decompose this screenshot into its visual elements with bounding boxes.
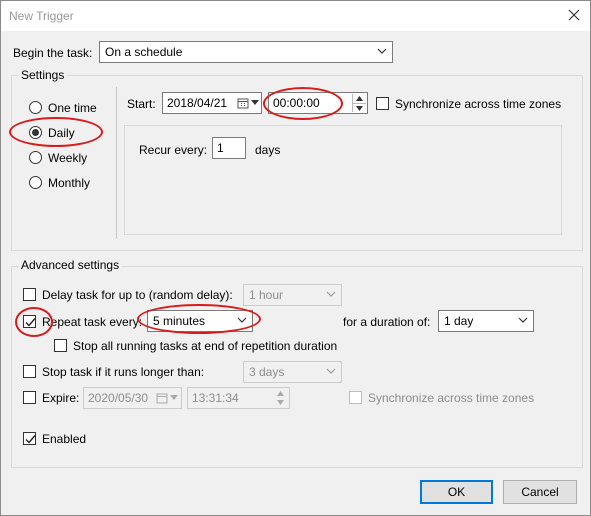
ok-button[interactable]: OK	[420, 480, 493, 504]
start-label: Start:	[127, 97, 156, 111]
radio-weekly-label: Weekly	[48, 151, 88, 165]
settings-group-title: Settings	[18, 68, 68, 82]
chevron-down-icon	[326, 368, 336, 374]
recur-every-input[interactable]: 1	[212, 137, 246, 159]
stop-longer-value: 3 days	[249, 365, 285, 379]
sync-timezones-checkbox[interactable]	[376, 97, 389, 110]
chevron-down-icon	[170, 395, 178, 400]
advanced-settings-title: Advanced settings	[18, 258, 123, 272]
calendar-icon	[237, 98, 249, 109]
new-trigger-dialog: New Trigger Begin the task: On a schedul…	[0, 0, 591, 516]
cancel-button[interactable]: Cancel	[503, 480, 577, 504]
close-icon[interactable]	[567, 8, 581, 22]
stop-longer-checkbox[interactable]	[23, 365, 36, 378]
radio-monthly-label: Monthly	[48, 176, 91, 190]
expire-date-value: 2020/05/30	[88, 391, 149, 405]
sync-timezones-label: Synchronize across time zones	[395, 97, 562, 111]
recur-unit-label: days	[255, 143, 281, 157]
chevron-down-icon	[377, 48, 387, 54]
recur-label: Recur every:	[139, 143, 208, 157]
delay-select[interactable]: 1 hour	[243, 284, 342, 306]
recur-every-value: 1	[217, 141, 224, 155]
chevron-down-icon	[326, 291, 336, 297]
recur-panel	[124, 125, 562, 235]
calendar-icon	[156, 393, 168, 404]
expire-time-field[interactable]: 13:31:34	[187, 387, 290, 409]
annotation-repeat-interval-ring	[137, 304, 261, 334]
start-date-picker[interactable]: 2018/04/21	[162, 92, 262, 114]
start-date-value: 2018/04/21	[167, 96, 228, 110]
radio-weekly[interactable]	[29, 151, 42, 164]
chevron-down-icon	[518, 317, 528, 323]
repeat-task-label: Repeat task every:	[42, 315, 143, 329]
expire-sync-label: Synchronize across time zones	[368, 391, 535, 405]
radio-monthly[interactable]	[29, 176, 42, 189]
spin-down-icon[interactable]	[274, 398, 288, 407]
settings-divider	[116, 87, 117, 239]
duration-select[interactable]: 1 day	[438, 310, 534, 332]
radio-one-time[interactable]	[29, 101, 42, 114]
title-bar: New Trigger	[1, 1, 590, 31]
delay-task-label: Delay task for up to (random delay):	[42, 288, 233, 302]
annotation-time-ring	[263, 87, 343, 120]
duration-value: 1 day	[444, 314, 474, 328]
window-title: New Trigger	[9, 9, 74, 23]
expire-label: Expire:	[42, 391, 80, 405]
expire-date-picker[interactable]: 2020/05/30	[83, 387, 182, 409]
enabled-label: Enabled	[42, 432, 87, 446]
spin-down-icon[interactable]	[352, 103, 366, 112]
delay-task-checkbox[interactable]	[23, 288, 36, 301]
expire-time-value: 13:31:34	[192, 391, 239, 405]
expire-checkbox[interactable]	[23, 391, 36, 404]
annotation-repeat-checkbox-ring	[15, 307, 53, 337]
spin-up-icon[interactable]	[352, 94, 366, 103]
stop-all-tasks-checkbox[interactable]	[54, 339, 67, 352]
spin-up-icon[interactable]	[274, 389, 288, 398]
stop-longer-label: Stop task if it runs longer than:	[42, 365, 205, 379]
enabled-checkbox[interactable]	[23, 432, 36, 445]
expire-sync-checkbox[interactable]	[349, 391, 362, 404]
check-icon	[25, 435, 36, 444]
radio-one-time-label: One time	[48, 101, 97, 115]
begin-task-value: On a schedule	[105, 45, 183, 59]
chevron-down-icon	[251, 100, 259, 105]
stop-longer-select[interactable]: 3 days	[243, 361, 342, 383]
begin-task-label: Begin the task:	[13, 46, 93, 60]
stop-all-tasks-label: Stop all running tasks at end of repetit…	[73, 339, 338, 353]
begin-task-select[interactable]: On a schedule	[99, 41, 393, 63]
duration-label: for a duration of:	[343, 315, 431, 329]
delay-value: 1 hour	[249, 288, 284, 302]
annotation-daily-ring	[9, 117, 103, 147]
